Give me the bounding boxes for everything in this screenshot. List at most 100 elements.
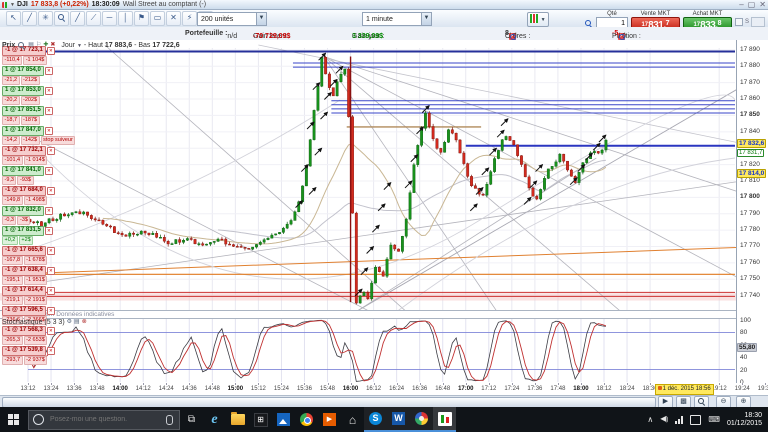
close-position-icon[interactable]: ✕ — [47, 147, 55, 155]
store-button[interactable]: ⊞ — [249, 407, 272, 432]
tick-mark — [397, 383, 398, 385]
pnl-points: -149,8 — [2, 196, 23, 205]
flag-tool-icon[interactable]: ⚑ — [134, 11, 149, 26]
chevron-down-icon[interactable]: ▼ — [77, 43, 82, 49]
pointer-tool-icon[interactable]: ↖ — [6, 11, 21, 26]
time-axis-label: 18:00 — [573, 386, 588, 392]
paint-button[interactable] — [410, 407, 433, 432]
timeframe-dropdown[interactable]: 1 minute▼ — [362, 12, 432, 26]
tick-mark — [51, 383, 52, 385]
tick-mark — [512, 383, 513, 385]
tick-mark — [581, 383, 582, 385]
close-position-icon[interactable]: ✕ — [45, 227, 53, 235]
position-label[interactable]: 1 @ 17 854,0 — [2, 66, 44, 76]
file-explorer-button[interactable] — [226, 407, 249, 432]
delete-tool-icon[interactable]: ✕ — [166, 11, 181, 26]
close-position-icon[interactable]: ✕ — [47, 327, 55, 335]
photos-button[interactable] — [272, 407, 295, 432]
video-app-button[interactable]: ▶ — [318, 407, 341, 432]
time-axis[interactable]: 13:1213:2413:3613:4814:0014:1214:2414:36… — [0, 383, 768, 395]
vline-tool-icon[interactable]: │ — [118, 11, 133, 26]
price-axis[interactable]: 17 89017 88017 87017 86017 85017 84017 8… — [736, 40, 768, 395]
maximize-button[interactable]: ▢ — [748, 0, 756, 9]
close-position-icon[interactable]: ✕ — [47, 247, 55, 255]
close-position-icon[interactable]: ✕ — [45, 107, 53, 115]
chevron-down-icon[interactable]: ▼ — [421, 13, 431, 25]
position-label[interactable]: 1 @ 17 851,5 — [2, 106, 44, 116]
position-label[interactable]: 1 @ 17 847,0 — [2, 126, 44, 136]
rect-tool-icon[interactable]: ▭ — [150, 11, 165, 26]
position-label[interactable]: -1 @ 17 665,6 — [2, 246, 46, 256]
network-icon[interactable] — [675, 416, 683, 424]
action-center-icon[interactable] — [690, 415, 701, 425]
start-button[interactable] — [0, 407, 26, 432]
close-position-icon[interactable]: ✕ — [45, 167, 53, 175]
position-label[interactable]: -1 @ 17 638,4 — [2, 266, 46, 276]
stop-checkbox[interactable] — [735, 18, 743, 26]
paint-icon — [415, 412, 428, 425]
close-position-icon[interactable]: ✕ — [45, 67, 53, 75]
zoom-icon[interactable] — [17, 41, 26, 50]
ray-tool-icon[interactable]: ⟋ — [86, 11, 101, 26]
skype-button[interactable]: S — [364, 407, 387, 432]
position-label[interactable]: -1 @ 17 539,8 — [2, 346, 46, 356]
position-label[interactable]: -1 @ 17 732,1 — [2, 146, 46, 156]
close-button[interactable]: ✕ — [759, 0, 766, 9]
position-label[interactable]: 1 @ 17 853,0 — [2, 86, 44, 96]
prorealtime-button[interactable] — [433, 407, 456, 432]
hline-tool-icon[interactable]: ─ — [102, 11, 117, 26]
search-input[interactable] — [48, 415, 166, 424]
close-position-icon[interactable]: ✕ — [47, 307, 55, 315]
close-pane-icon[interactable]: ✖ — [50, 42, 55, 49]
price-chart-canvas[interactable] — [0, 40, 768, 383]
microphone-icon[interactable] — [166, 415, 173, 425]
chevron-down-icon[interactable]: ▼ — [256, 13, 266, 25]
close-position-icon[interactable]: ✕ — [45, 207, 53, 215]
units-dropdown[interactable]: 200 unités▼ — [197, 12, 267, 26]
close-position-icon[interactable]: ✕ — [47, 267, 55, 275]
pane-divider[interactable] — [0, 318, 768, 319]
internet-explorer-button[interactable]: e — [203, 407, 226, 432]
symbol-dropdown-arrow[interactable]: ▼ — [10, 2, 15, 8]
settings-icon[interactable]: ⚙ — [67, 319, 72, 326]
price-axis-label: 17 770 — [740, 242, 760, 249]
close-position-icon[interactable]: ✕ — [47, 347, 55, 355]
add-icon[interactable]: ✚ — [43, 42, 48, 49]
keyboard-icon[interactable]: ⌨ — [708, 415, 720, 425]
position-label[interactable]: 1 @ 17 841,0 — [2, 166, 44, 176]
stop-spinner[interactable] — [751, 17, 765, 27]
close-pane-icon[interactable]: ⊗ — [82, 319, 87, 326]
close-position-icon[interactable]: ✕ — [45, 87, 53, 95]
position-label[interactable]: -1 @ 17 684,0 — [2, 186, 46, 196]
position-label[interactable]: -1 @ 17 614,4 — [2, 286, 46, 296]
star-tool-icon[interactable]: ✳ — [38, 11, 53, 26]
window-controls: – ▢ ✕ — [739, 0, 766, 9]
close-position-icon[interactable]: ✕ — [47, 287, 55, 295]
position-label[interactable]: -1 @ 17 568,3 — [2, 326, 46, 336]
alert-icon[interactable]: ⚐ — [36, 42, 41, 49]
zoom-tool-icon[interactable] — [54, 11, 69, 26]
home-button[interactable]: ⌂ — [341, 407, 364, 432]
chart-style-button[interactable]: ▼ — [527, 12, 549, 27]
cortana-search[interactable] — [28, 410, 180, 430]
duplicate-icon[interactable]: ▤ — [74, 319, 80, 326]
trendline-tool-icon[interactable]: ╱ — [22, 11, 37, 26]
segment-tool-icon[interactable]: ╱ — [70, 11, 85, 26]
minimize-button[interactable]: – — [739, 0, 743, 9]
position-label[interactable]: -1 @ 17 596,5 — [2, 306, 46, 316]
pane-divider[interactable] — [0, 310, 768, 311]
close-position-icon[interactable]: ✕ — [47, 187, 55, 195]
task-view-button[interactable]: ⧉ — [180, 407, 203, 432]
duplicate-icon[interactable]: ▤ — [28, 42, 34, 49]
chrome-button[interactable] — [295, 407, 318, 432]
word-button[interactable]: W — [387, 407, 410, 432]
flash-tool-icon[interactable]: ⚡ — [182, 11, 197, 26]
taskbar-clock[interactable]: 18:30 01/12/2015 — [727, 412, 762, 428]
position-label[interactable]: 1 @ 17 831,5 — [2, 226, 44, 236]
volume-icon[interactable]: ◀) — [660, 414, 668, 425]
price-change-label: 17 833,8 (+0,22%) — [31, 1, 89, 8]
close-position-icon[interactable]: ✕ — [45, 127, 53, 135]
price-axis-label: 17 740 — [740, 292, 760, 299]
position-label[interactable]: 1 @ 17 832,0 — [2, 206, 44, 216]
tray-expand-icon[interactable]: ∧ — [647, 415, 653, 425]
